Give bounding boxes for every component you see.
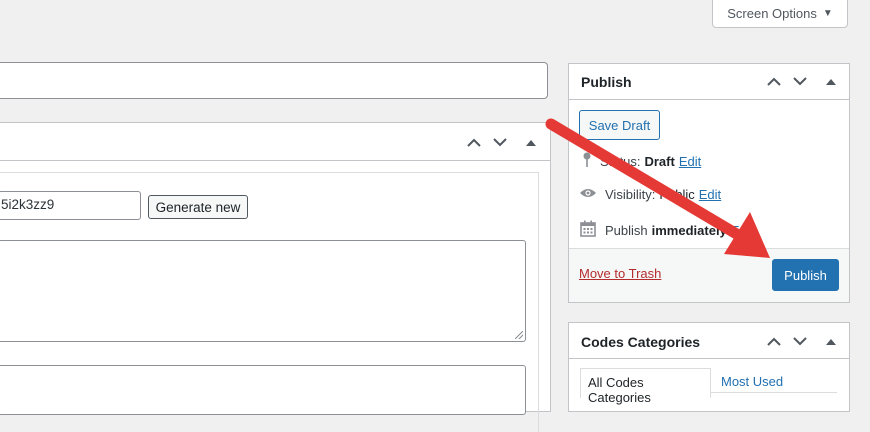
eye-icon [579,187,605,202]
schedule-value: immediately [651,222,727,238]
toggle-panel-icon[interactable] [519,130,543,154]
move-to-trash-link[interactable]: Move to Trash [579,266,661,281]
status-edit-link[interactable]: Edit [679,154,701,169]
secondary-textarea[interactable] [0,365,526,415]
title-input[interactable] [0,62,548,99]
save-draft-button[interactable]: Save Draft [579,110,660,140]
status-value: Draft [644,154,675,169]
visibility-edit-link[interactable]: Edit [699,187,721,202]
visibility-label: Visibility: [605,187,656,202]
publish-move-up-icon[interactable] [762,69,786,93]
caret-down-icon: ▼ [822,8,833,19]
categories-move-down-icon[interactable] [788,329,812,353]
screen-options-label: Screen Options [727,6,817,21]
pin-icon [582,152,600,171]
categories-title: Codes Categories [581,334,701,350]
description-textarea[interactable] [0,240,526,342]
visibility-row: Visibility: Public Edit [579,187,721,202]
publish-toggle-icon[interactable] [819,69,843,93]
calendar-icon [580,220,605,240]
publish-move-down-icon[interactable] [788,69,812,93]
schedule-edit-link[interactable]: Edit [731,223,753,238]
move-up-icon[interactable] [462,130,486,154]
categories-toggle-icon[interactable] [819,329,843,353]
move-down-icon[interactable] [488,130,512,154]
generate-new-button[interactable]: Generate new [148,195,248,219]
schedule-label: Publish [605,222,648,238]
status-label: Status: [600,154,641,169]
categories-move-up-icon[interactable] [762,329,786,353]
schedule-row: Publish immediately Edit [580,220,753,240]
code-input[interactable]: 5i2k3zz9 [0,191,141,220]
publish-title: Publish [581,74,632,90]
screen-options-button[interactable]: Screen Options ▼ [712,0,848,28]
tabs-divider [710,392,837,393]
status-row: Status: Draft Edit [582,152,701,171]
tab-most-used[interactable]: Most Used [721,374,783,389]
visibility-value: Public [659,187,695,202]
publish-button[interactable]: Publish [772,259,839,291]
tab-all-codes-categories[interactable]: All Codes Categories [580,368,711,405]
